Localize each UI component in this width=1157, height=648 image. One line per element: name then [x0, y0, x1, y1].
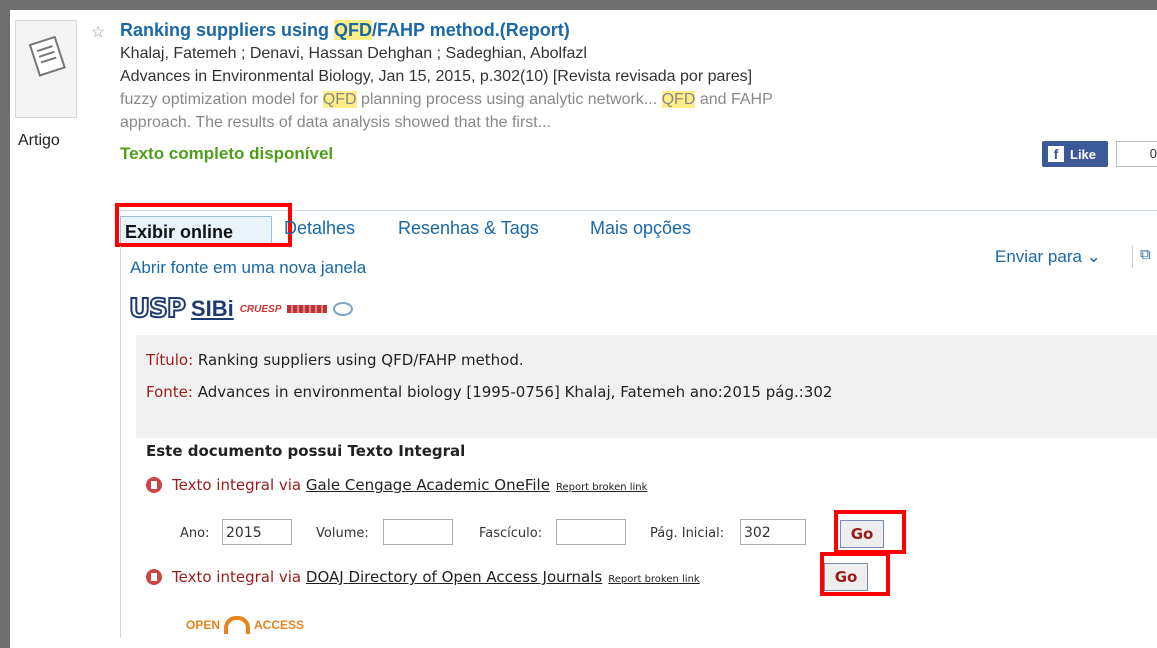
sibi-logo: SIBi	[190, 296, 234, 321]
open-lock-icon	[224, 616, 251, 634]
fasciculo-label: Fascículo:	[479, 526, 543, 541]
star-icon[interactable]: ☆	[91, 22, 105, 42]
record-snippet-2: approach. The results of data analysis s…	[120, 114, 552, 131]
tab-detalhes[interactable]: Detalhes	[284, 218, 355, 239]
provider-logos: USP SIBi CRUESP	[128, 292, 354, 326]
provider-link-gale[interactable]: Gale Cengage Academic OneFile	[306, 476, 550, 494]
panel-border	[120, 246, 121, 638]
provider-link-doaj[interactable]: DOAJ Directory of Open Access Journals	[306, 568, 602, 586]
highlight-term: QFD	[334, 20, 373, 40]
search-result-panel: Artigo ☆ Ranking suppliers using QFD/FAH…	[10, 10, 1157, 648]
citation-title: Título: Ranking suppliers using QFD/FAHP…	[146, 351, 524, 369]
facebook-icon: f	[1048, 146, 1064, 162]
open-access-logo: OPEN ACCESS	[186, 616, 305, 634]
eye-logo-icon	[333, 302, 354, 316]
chevron-down-icon: ⌄	[1086, 247, 1101, 266]
toolbar-divider	[1132, 246, 1133, 268]
pdf-icon	[146, 569, 162, 585]
report-broken-link[interactable]: Report broken link	[556, 482, 647, 493]
cruesp-logo: CRUESP	[239, 303, 282, 315]
highlight-box-go-2	[820, 552, 890, 596]
tab-resenhas-tags[interactable]: Resenhas & Tags	[398, 218, 539, 239]
fulltext-heading: Este documento possui Texto Integral	[146, 442, 466, 460]
send-to-menu[interactable]: Enviar para ⌄	[995, 247, 1101, 267]
record-source: Advances in Environmental Biology, Jan 1…	[120, 68, 753, 85]
record-title[interactable]: Ranking suppliers using QFD/FAHP method.…	[120, 20, 570, 41]
fulltext-available-label[interactable]: Texto completo disponível	[120, 144, 333, 164]
partner-logo	[287, 305, 328, 313]
record-authors: Khalaj, Fatemeh ; Denavi, Hassan Dehghan…	[120, 45, 587, 62]
record-type-icon	[15, 20, 77, 118]
fulltext-link-2: Texto integral via DOAJ Directory of Ope…	[146, 568, 700, 586]
highlight-box-exibir-online	[115, 203, 292, 247]
document-icon	[28, 35, 66, 77]
highlight-box-go-1	[834, 510, 906, 554]
like-count: 0	[1116, 141, 1157, 167]
facebook-like-button[interactable]: f Like	[1042, 141, 1108, 167]
open-new-window-link[interactable]: Abrir fonte em uma nova janela	[130, 258, 366, 278]
external-link-icon[interactable]: ⧉	[1140, 246, 1151, 263]
volume-input[interactable]	[383, 519, 453, 545]
volume-label: Volume:	[316, 526, 369, 541]
pagina-inicial-label: Pág. Inicial:	[650, 526, 725, 541]
usp-logo: USP	[128, 293, 187, 325]
report-broken-link[interactable]: Report broken link	[608, 574, 699, 585]
record-snippet-1: fuzzy optimization model for QFD plannin…	[120, 91, 773, 108]
record-type-label: Artigo	[18, 132, 60, 149]
ano-input[interactable]: 2015	[222, 519, 292, 545]
tab-mais-opcoes[interactable]: Mais opções	[590, 218, 691, 239]
citation-source: Fonte: Advances in environmental biology…	[146, 383, 833, 401]
pagina-inicial-input[interactable]: 302	[740, 519, 806, 545]
fulltext-link-1: Texto integral via Gale Cengage Academic…	[146, 476, 647, 494]
ano-label: Ano:	[180, 526, 210, 541]
fasciculo-input[interactable]	[556, 519, 626, 545]
pdf-icon	[146, 477, 162, 493]
